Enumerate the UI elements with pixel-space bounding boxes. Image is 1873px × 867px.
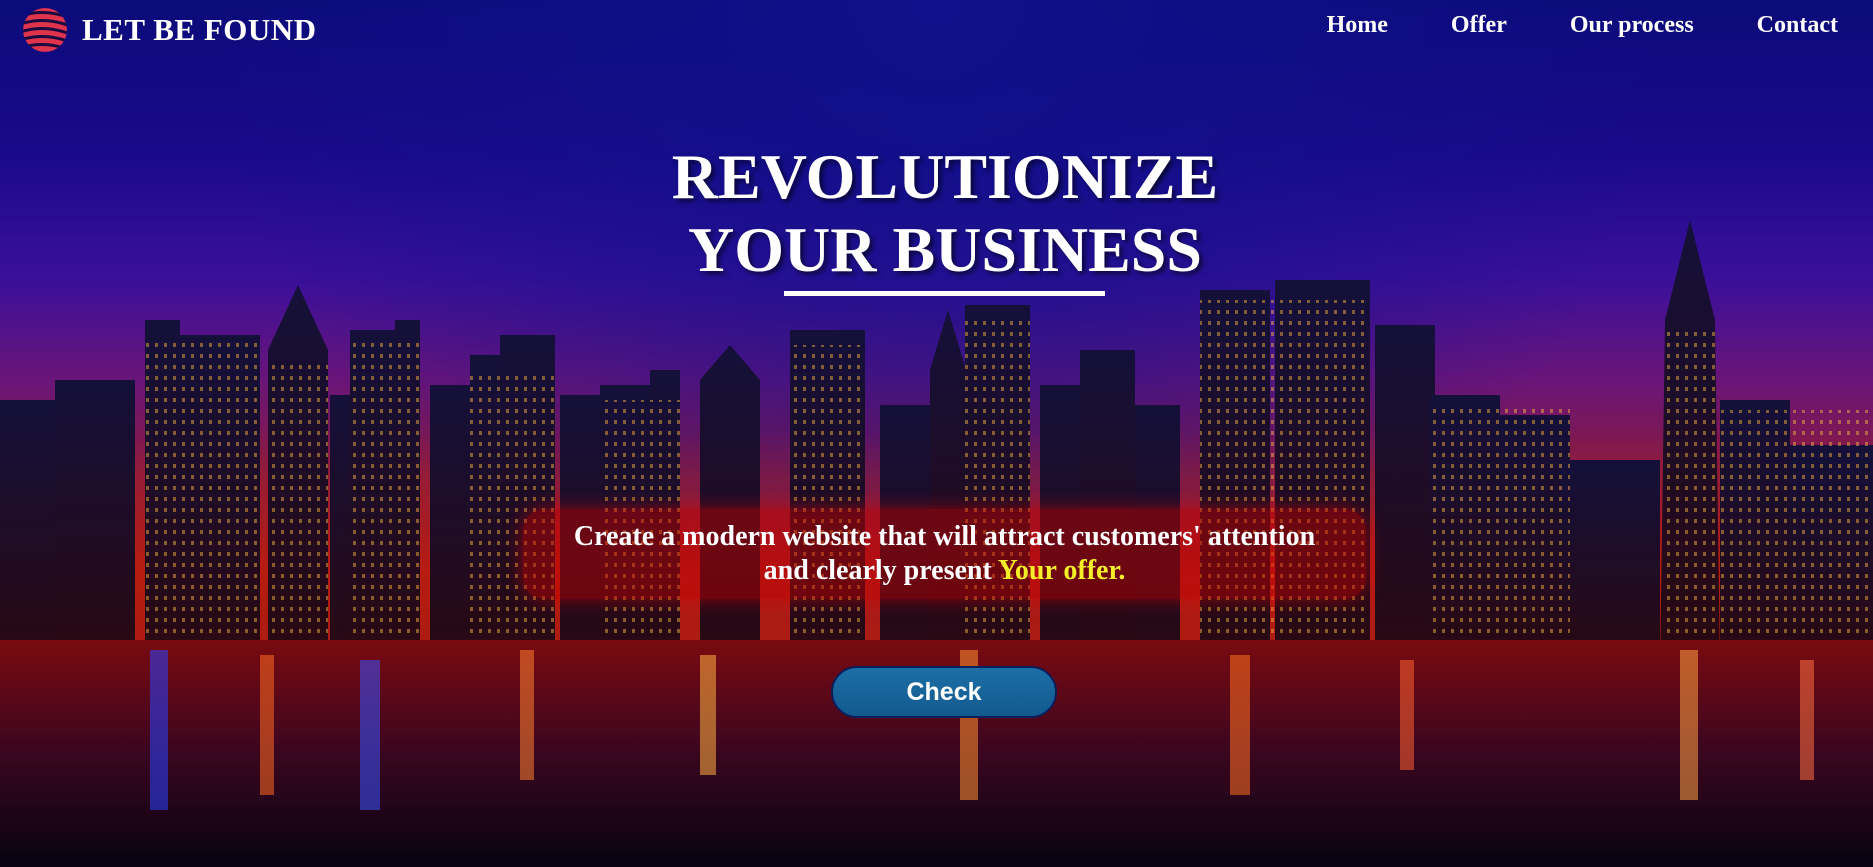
hero-tagline: Create a modern website that will attrac… [523, 509, 1366, 599]
hero-title-line-1: REVOLUTIONIZE [671, 141, 1219, 212]
hero-title-line-2: YOUR BUSINESS [688, 214, 1202, 285]
nav-our-process[interactable]: Our process [1570, 12, 1694, 39]
site-header: LET BE FOUND Home Offer Our process Cont… [0, 0, 1873, 60]
logo[interactable]: LET BE FOUND [20, 6, 317, 54]
main-nav: Home Offer Our process Contact [1327, 12, 1838, 39]
brand-name: LET BE FOUND [82, 12, 317, 47]
tagline-line-1: Create a modern website that will attrac… [573, 521, 1316, 552]
nav-home[interactable]: Home [1327, 12, 1388, 39]
nav-contact[interactable]: Contact [1757, 12, 1838, 39]
landing-page: LET BE FOUND Home Offer Our process Cont… [0, 0, 1873, 867]
check-button[interactable]: Check [831, 666, 1057, 718]
nav-offer[interactable]: Offer [1451, 12, 1507, 39]
hero-title: REVOLUTIONIZE YOUR BUSINESS [0, 140, 1873, 286]
striped-globe-icon [23, 8, 67, 52]
tagline-line-2: and clearly present [763, 555, 992, 586]
tagline-accent: Your offer. [997, 555, 1126, 586]
title-underline [784, 291, 1105, 296]
city-skyline-background [0, 220, 1873, 867]
